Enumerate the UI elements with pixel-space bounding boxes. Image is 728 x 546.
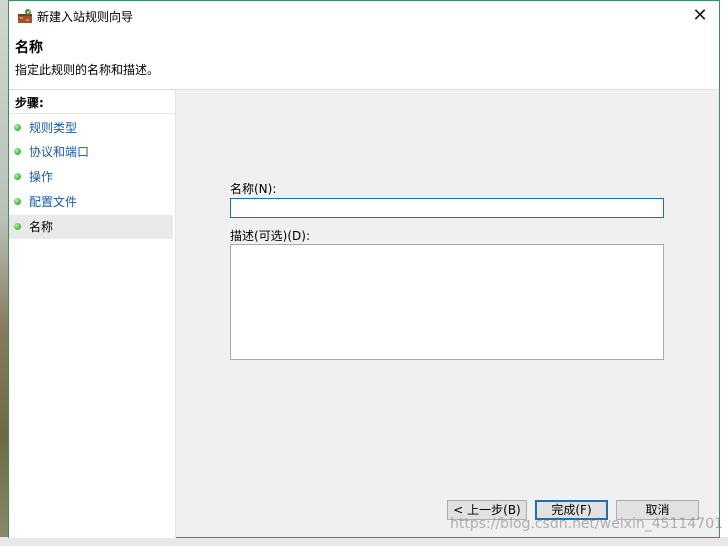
steps-title: 步骤: [15,96,44,110]
green-dot-icon [14,223,21,230]
steps-panel: 步骤: 规则类型 协议和端口 操作 配置文件 名称 [9,90,176,538]
close-button[interactable]: ✕ [687,3,713,29]
name-label: 名称(N): [230,182,277,196]
desktop-background-left [0,0,8,546]
steps-divider [9,113,175,114]
desktop-background-right [720,0,728,546]
page-header: 名称 指定此规则的名称和描述。 [9,31,719,90]
title-bar[interactable]: 新建入站规则向导 ✕ [9,1,719,31]
step-action[interactable]: 操作 [9,165,173,189]
step-profile[interactable]: 配置文件 [9,190,173,214]
watermark: https://blog.csdn.net/weixin_45114701 [450,516,724,532]
step-label: 规则类型 [29,121,78,135]
green-dot-icon [14,148,21,155]
step-name[interactable]: 名称 [9,215,173,239]
green-dot-icon [14,173,21,180]
desktop-background-bottom [0,537,728,546]
step-label: 协议和端口 [29,145,90,159]
page-description: 指定此规则的名称和描述。 [15,63,160,77]
step-protocol-ports[interactable]: 协议和端口 [9,140,173,164]
step-label: 配置文件 [29,195,78,209]
green-dot-icon [14,124,21,131]
description-label: 描述(可选)(D): [230,229,311,243]
description-textarea[interactable] [230,244,664,360]
step-label: 操作 [29,170,54,184]
close-icon: ✕ [692,5,708,26]
content-panel: 名称(N): 描述(可选)(D): < 上一步(B) 完成(F) 取消 [176,90,719,537]
page-title: 名称 [15,40,43,56]
name-input[interactable] [230,198,664,218]
step-label: 名称 [29,220,54,234]
green-dot-icon [14,198,21,205]
step-rule-type[interactable]: 规则类型 [9,116,173,140]
firewall-wizard-icon [18,9,32,23]
window-title: 新建入站规则向导 [37,10,134,24]
wizard-window: 新建入站规则向导 ✕ 名称 指定此规则的名称和描述。 步骤: 规则类型 协议和端… [8,0,720,538]
